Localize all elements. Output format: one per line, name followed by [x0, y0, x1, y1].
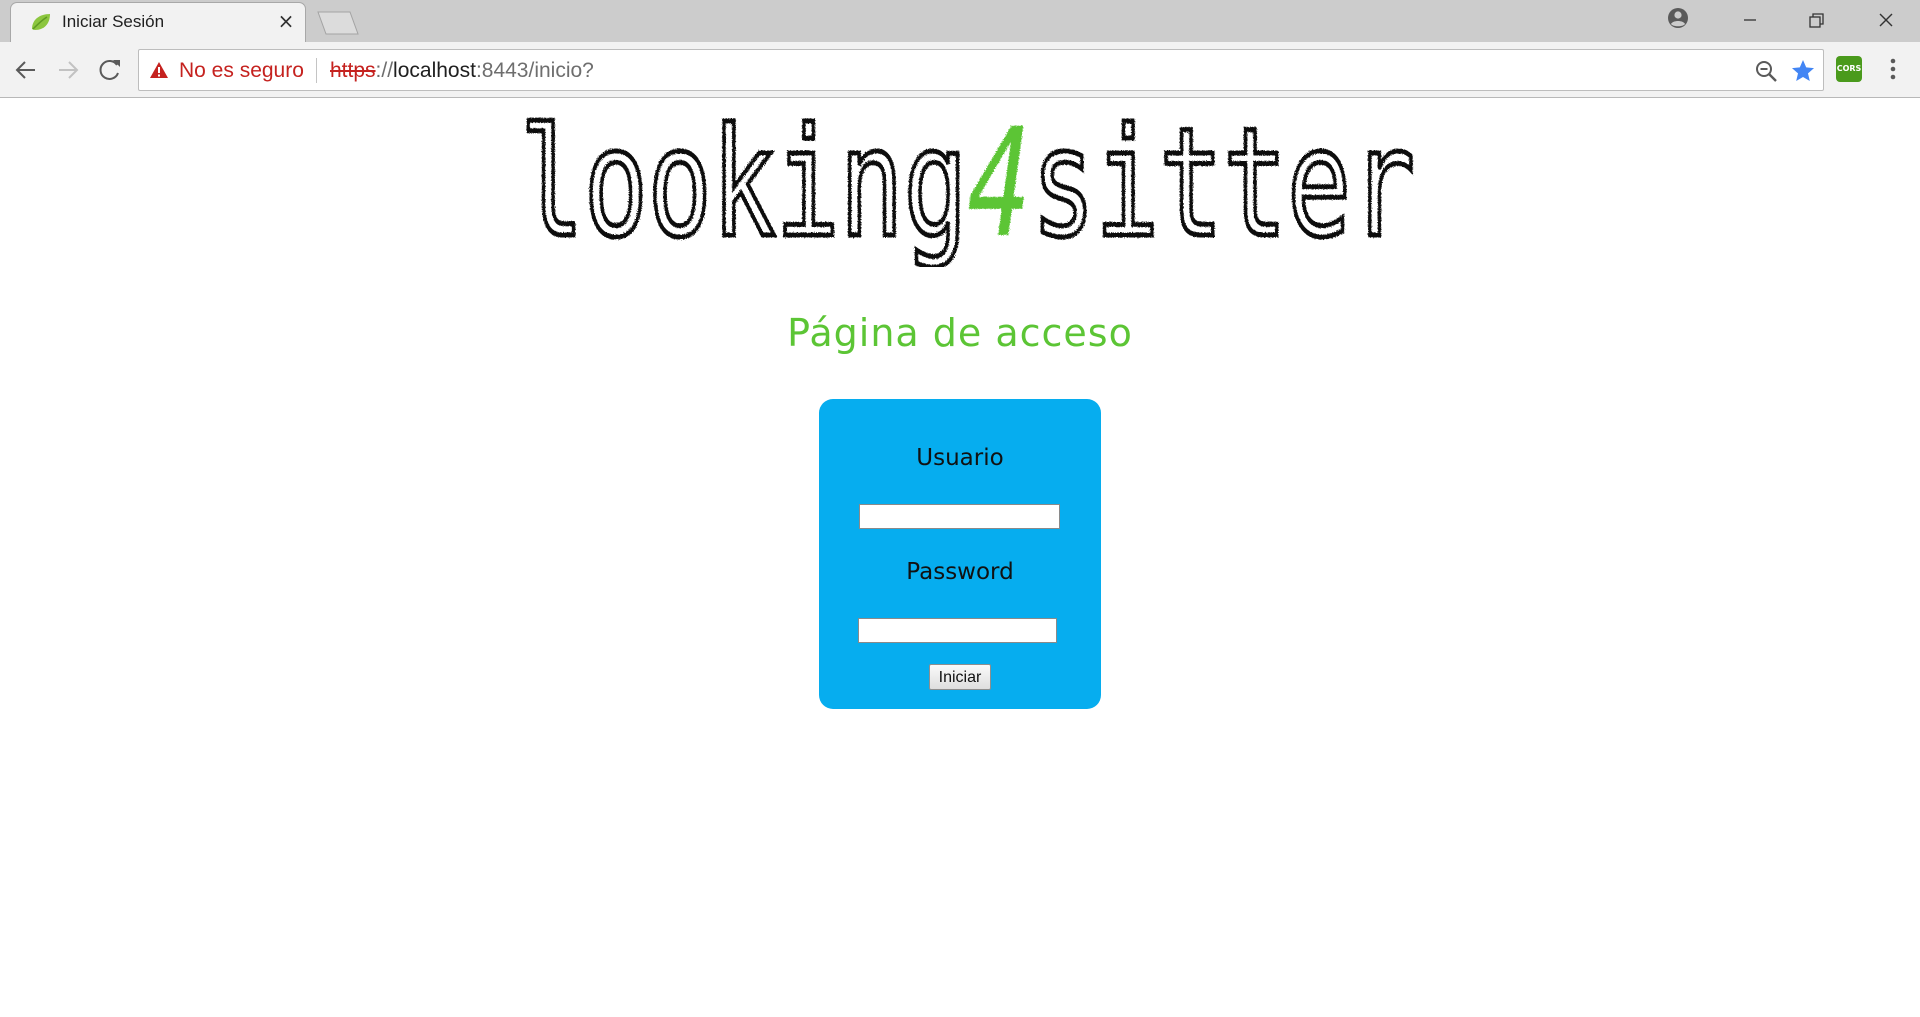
security-status-text[interactable]: No es seguro	[179, 59, 304, 83]
logo-digit: 4	[967, 107, 1031, 267]
new-tab-button[interactable]	[316, 10, 360, 36]
tab-close-button[interactable]: ×	[275, 10, 297, 32]
minimize-icon[interactable]	[1720, 0, 1780, 42]
url-path: :8443/inicio?	[475, 59, 594, 82]
forward-arrow-icon[interactable]	[50, 52, 86, 88]
warning-triangle-icon[interactable]	[149, 61, 169, 79]
page-viewport: looking4sitter Página de acceso Usuario …	[0, 99, 1920, 1017]
more-menu-icon[interactable]	[1880, 54, 1906, 84]
login-submit-button[interactable]: Iniciar	[929, 664, 991, 690]
password-input[interactable]	[858, 618, 1057, 643]
username-input[interactable]	[859, 504, 1060, 529]
password-label: Password	[906, 559, 1014, 585]
reload-icon[interactable]	[92, 52, 128, 88]
login-form: Usuario Password Iniciar	[819, 399, 1101, 709]
profile-icon[interactable]	[1650, 0, 1706, 42]
logo-text-sitter: sitter	[1031, 107, 1415, 267]
browser-toolbar: No es seguro https://localhost:8443/inic…	[0, 42, 1920, 98]
spring-leaf-icon	[32, 14, 50, 30]
url-host: localhost	[393, 59, 476, 82]
url-scheme: https	[330, 59, 376, 82]
tab-title: Iniciar Sesión	[62, 12, 165, 31]
bookmark-star-icon[interactable]	[1790, 58, 1816, 84]
restore-icon[interactable]	[1786, 0, 1846, 42]
browser-tab-content: Iniciar Sesión ×	[20, 2, 300, 42]
back-arrow-icon[interactable]	[8, 52, 44, 88]
address-bar[interactable]: No es seguro https://localhost:8443/inic…	[138, 49, 1824, 91]
page-title: Página de acceso	[787, 311, 1133, 355]
url-text[interactable]: https://localhost:8443/inicio?	[330, 59, 594, 83]
url-separator: ://	[375, 59, 394, 82]
svg-text:looking4sitter: looking4sitter	[520, 107, 1415, 267]
cors-extension-button[interactable]: CORS	[1836, 56, 1862, 82]
site-logo: looking4sitter	[520, 107, 1415, 267]
address-bar-divider	[316, 58, 317, 83]
window-close-icon[interactable]	[1856, 0, 1916, 42]
browser-titlebar: Iniciar Sesión ×	[0, 0, 1920, 43]
username-label: Usuario	[916, 445, 1004, 471]
logo-text-looking: looking	[520, 107, 967, 267]
zoom-out-icon[interactable]	[1753, 58, 1779, 84]
